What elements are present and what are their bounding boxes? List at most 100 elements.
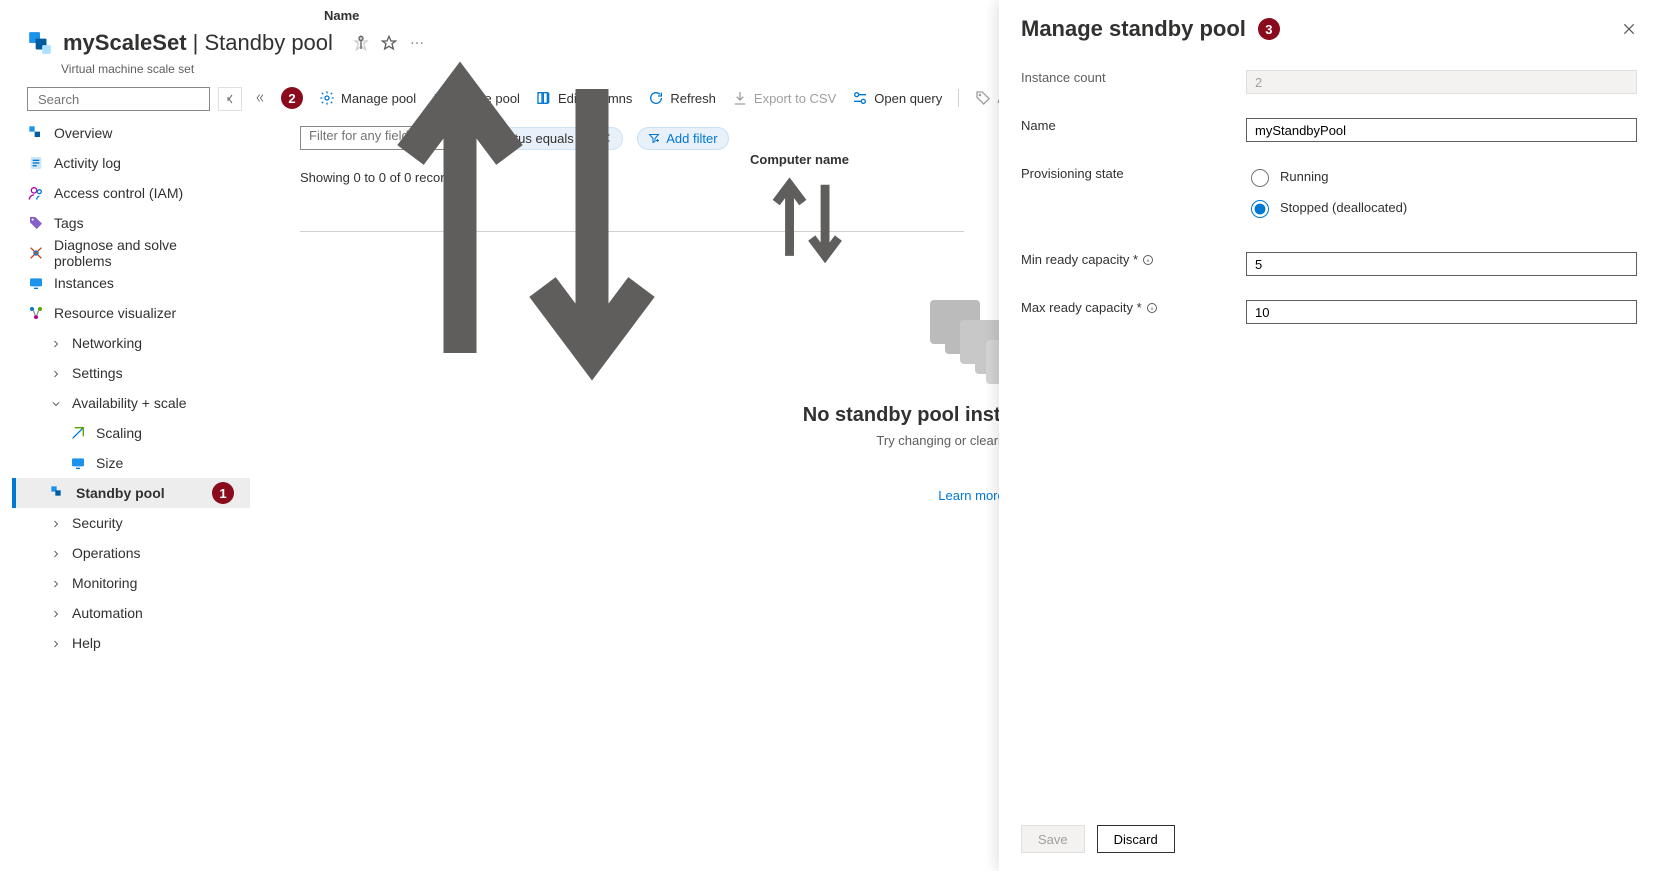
resource-name: myScaleSet (63, 30, 187, 55)
stopped-radio-input[interactable] (1251, 200, 1269, 218)
chevron-down-icon (50, 397, 62, 409)
collapse-menu-button[interactable] (218, 87, 242, 111)
instance-count-label: Instance count (1021, 70, 1246, 85)
sidebar-group-security[interactable]: Security (12, 508, 250, 538)
grid-header: Name Computer name (300, 198, 964, 232)
sidebar-item-activity-log[interactable]: Activity log (12, 148, 250, 178)
overview-icon (28, 125, 44, 141)
iam-icon (28, 185, 44, 201)
sidebar-item-diagnose[interactable]: Diagnose and solve problems (12, 238, 250, 268)
column-computer-name[interactable]: Computer name (750, 152, 857, 277)
chevron-right-icon (50, 547, 62, 559)
search-input[interactable] (36, 91, 216, 108)
chevron-right-icon (50, 517, 62, 529)
sidebar-group-monitoring[interactable]: Monitoring (12, 568, 250, 598)
chevron-right-icon (50, 337, 62, 349)
size-icon (70, 455, 86, 471)
sidebar-item-visualizer[interactable]: Resource visualizer (12, 298, 250, 328)
sidebar-label: Scaling (96, 425, 142, 441)
sidebar-label: Availability + scale (72, 395, 187, 411)
name-label: Name (1021, 118, 1246, 133)
resource-menu-search[interactable] (27, 87, 210, 111)
label: Open query (874, 91, 942, 106)
label: Manage standby pool (1021, 16, 1246, 42)
info-icon[interactable] (1146, 302, 1158, 314)
callout-badge-1: 1 (212, 482, 234, 504)
sidebar-label: Diagnose and solve problems (54, 237, 234, 269)
manage-pool-panel: Manage standby pool 3 Instance count Nam… (999, 0, 1659, 871)
sidebar-label: Resource visualizer (54, 305, 176, 321)
max-capacity-label: Max ready capacity * (1021, 300, 1246, 315)
sidebar-group-availability-scale[interactable]: Availability + scale (12, 388, 250, 418)
chevron-right-icon (50, 637, 62, 649)
instances-icon (28, 275, 44, 291)
scale-set-icon (27, 30, 53, 56)
sidebar-group-networking[interactable]: Networking (12, 328, 250, 358)
running-radio[interactable]: Running (1246, 166, 1637, 187)
sidebar-label: Instances (54, 275, 114, 291)
sidebar-item-access-control[interactable]: Access control (IAM) (12, 178, 250, 208)
close-icon[interactable] (1621, 21, 1637, 37)
sidebar-item-tags[interactable]: Tags (12, 208, 250, 238)
sidebar-label: Networking (72, 335, 142, 351)
chevron-right-icon (50, 577, 62, 589)
query-icon (852, 90, 868, 106)
sidebar-group-settings[interactable]: Settings (12, 358, 250, 388)
min-capacity-field[interactable] (1246, 252, 1637, 276)
label: Stopped (deallocated) (1280, 200, 1407, 215)
visualizer-icon (28, 305, 44, 321)
separator (958, 89, 959, 107)
sidebar-label: Automation (72, 605, 143, 621)
resource-type: Virtual machine scale set (61, 62, 194, 76)
sidebar-label: Access control (IAM) (54, 185, 183, 201)
open-query-button[interactable]: Open query (852, 90, 942, 106)
tag-icon (975, 90, 991, 106)
export-csv-button: Export to CSV (732, 90, 836, 106)
sidebar-label: Activity log (54, 155, 121, 171)
log-icon (28, 155, 44, 171)
sidebar-group-help[interactable]: Help (12, 628, 250, 658)
diagnose-icon (28, 245, 44, 261)
sidebar-item-size[interactable]: Size (12, 448, 250, 478)
resource-menu: Overview Activity log Access control (IA… (12, 118, 250, 658)
chevron-left-icon[interactable] (255, 91, 265, 106)
instance-count-field (1246, 70, 1637, 94)
sidebar-item-scaling[interactable]: Scaling (12, 418, 250, 448)
download-icon (732, 90, 748, 106)
save-button[interactable]: Save (1021, 825, 1085, 853)
panel-title: Manage standby pool 3 (1021, 16, 1280, 42)
sidebar-label: Overview (54, 125, 112, 141)
label: Running (1280, 169, 1328, 184)
info-icon[interactable] (1142, 254, 1154, 266)
sidebar-item-standby-pool[interactable]: Standby pool 1 (12, 478, 250, 508)
label: Export to CSV (754, 91, 836, 106)
scaling-icon (70, 425, 86, 441)
min-capacity-label: Min ready capacity * (1021, 252, 1246, 267)
sidebar-label: Security (72, 515, 123, 531)
discard-button[interactable]: Discard (1097, 825, 1175, 853)
label: Name (324, 8, 359, 23)
running-radio-input[interactable] (1251, 169, 1269, 187)
stopped-radio[interactable]: Stopped (deallocated) (1246, 197, 1637, 218)
chevron-right-icon (50, 367, 62, 379)
sort-icon (754, 262, 861, 277)
sidebar-label: Help (72, 635, 101, 651)
standby-icon (50, 485, 66, 501)
sidebar-item-instances[interactable]: Instances (12, 268, 250, 298)
name-field[interactable] (1246, 118, 1637, 142)
provisioning-state-label: Provisioning state (1021, 166, 1246, 181)
sidebar-label: Settings (72, 365, 123, 381)
label: Learn more (938, 488, 1004, 503)
page-title: myScaleSet | Standby pool (63, 30, 333, 56)
sidebar-item-overview[interactable]: Overview (12, 118, 250, 148)
callout-badge-3: 3 (1258, 18, 1280, 40)
tags-icon (28, 215, 44, 231)
sidebar-label: Tags (54, 215, 84, 231)
sidebar-group-operations[interactable]: Operations (12, 538, 250, 568)
sidebar-label: Standby pool (76, 485, 165, 501)
sidebar-group-automation[interactable]: Automation (12, 598, 250, 628)
sidebar-label: Operations (72, 545, 140, 561)
label: Computer name (750, 152, 849, 167)
max-capacity-field[interactable] (1246, 300, 1637, 324)
chevron-right-icon (50, 607, 62, 619)
